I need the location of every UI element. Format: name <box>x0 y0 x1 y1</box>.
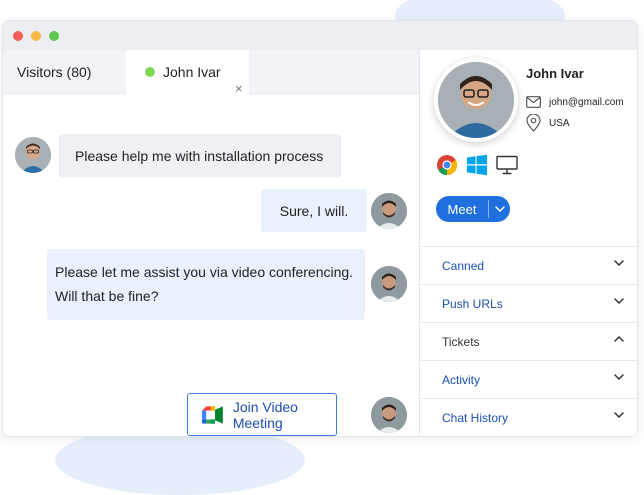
minimize-window-button[interactable] <box>31 31 41 41</box>
tab-john-ivar-label: John Ivar <box>163 64 221 80</box>
windows-icon <box>466 154 488 176</box>
chevron-down-icon <box>614 298 624 304</box>
agent-avatar <box>371 193 407 229</box>
message-text: Sure, I will. <box>279 202 349 219</box>
profile-photo <box>434 58 518 142</box>
section-label: Canned <box>442 258 485 273</box>
chrome-icon <box>436 154 458 176</box>
close-window-button[interactable] <box>13 31 23 41</box>
message-bubble-agent: Sure, I will. <box>261 189 367 232</box>
chat-transcript: Please help me with installation process… <box>3 94 419 436</box>
chevron-up-icon <box>614 336 624 342</box>
section-push-urls[interactable]: Push URLs <box>420 284 637 322</box>
location-pin-icon <box>526 114 541 132</box>
profile-email: john@gmail.com <box>549 96 624 108</box>
chevron-down-icon <box>614 374 624 380</box>
google-meet-icon <box>202 405 223 424</box>
chevron-down-icon <box>614 412 624 418</box>
profile-name: John Ivar <box>526 66 584 81</box>
meet-button[interactable]: Meet <box>436 196 510 222</box>
online-status-dot <box>145 67 155 77</box>
visitor-avatar <box>15 137 51 173</box>
profile-country: USA <box>549 117 570 129</box>
maximize-window-button[interactable] <box>49 31 59 41</box>
detail-sections: Canned Push URLs Tickets Activity Chat H… <box>420 246 637 436</box>
tab-visitors-label: Visitors (80) <box>17 63 92 80</box>
desktop-monitor-icon <box>496 155 518 175</box>
section-label: Activity <box>442 372 481 387</box>
section-activity[interactable]: Activity <box>420 360 637 398</box>
chevron-down-icon[interactable] <box>489 206 510 212</box>
agent-avatar <box>371 397 407 433</box>
section-label: Tickets <box>442 334 480 349</box>
email-row: john@gmail.com <box>526 96 624 108</box>
visitor-details-panel: John Ivar john@gmail.com USA Meet Canned… <box>419 50 637 436</box>
message-bubble-visitor: Please help me with installation process <box>59 134 341 177</box>
message-bubble-agent: Please let me assist you via video confe… <box>47 249 365 320</box>
section-label: Push URLs <box>442 296 503 311</box>
window-titlebar <box>3 21 637 50</box>
tab-john-ivar[interactable]: John Ivar <box>126 50 249 94</box>
join-video-meeting-button[interactable]: Join Video Meeting <box>187 393 337 436</box>
message-text: Please let me assist you via video confe… <box>55 264 354 304</box>
meet-button-label: Meet <box>447 201 477 217</box>
section-label: Chat History <box>442 410 509 425</box>
location-row: USA <box>526 114 570 132</box>
section-tickets[interactable]: Tickets <box>420 322 637 360</box>
envelope-icon <box>526 96 541 108</box>
join-video-meeting-label: Join Video Meeting <box>232 398 298 431</box>
chevron-down-icon <box>614 260 624 266</box>
message-text: Please help me with installation process <box>75 147 324 164</box>
chat-window: Visitors (80) John Ivar × Please help me… <box>2 20 638 437</box>
tab-visitors[interactable]: Visitors (80) <box>17 50 91 93</box>
tab-bar: Visitors (80) John Ivar × <box>3 50 419 96</box>
section-canned[interactable]: Canned <box>420 246 637 284</box>
section-chat-history[interactable]: Chat History <box>420 398 637 436</box>
agent-avatar <box>371 266 407 302</box>
visitor-environment <box>436 154 526 176</box>
